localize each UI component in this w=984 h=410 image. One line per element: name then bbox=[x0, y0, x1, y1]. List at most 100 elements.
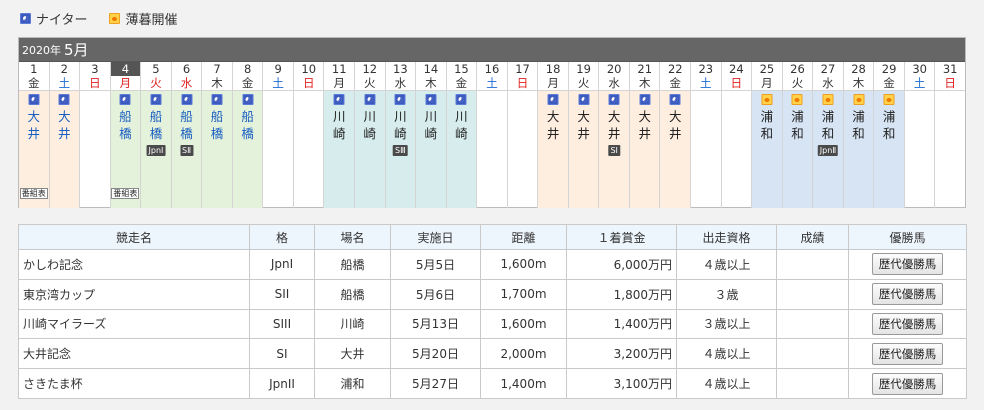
venue-link[interactable]: 大井 bbox=[569, 108, 599, 142]
day-cell[interactable]: 船橋 JpnⅠ bbox=[141, 91, 171, 208]
day-number: 12 bbox=[355, 62, 385, 76]
table-cell: 3,200万円 bbox=[566, 338, 677, 370]
venue-link[interactable]: 大井 bbox=[538, 108, 568, 142]
past-winners-button[interactable]: 歴代優勝馬 bbox=[871, 312, 944, 335]
column-header: 実施日 bbox=[390, 224, 481, 250]
legend-night: ナイター bbox=[20, 9, 87, 28]
calendar-day: 10 日 bbox=[292, 62, 324, 208]
sunset-icon bbox=[822, 94, 834, 105]
day-cell[interactable]: 浦和 bbox=[843, 91, 874, 208]
day-number: 2 bbox=[49, 62, 80, 76]
table-cell[interactable]: さきたま杯 bbox=[18, 368, 250, 399]
venue-link[interactable]: 船橋 bbox=[141, 108, 171, 142]
table-cell bbox=[776, 249, 849, 280]
grade-badge[interactable]: SⅢ bbox=[393, 145, 408, 156]
venue-link[interactable]: 川崎 bbox=[447, 108, 477, 142]
day-cell[interactable]: 川崎 SⅢ bbox=[385, 91, 416, 208]
moon-icon bbox=[455, 94, 467, 105]
day-cell[interactable]: 川崎 bbox=[416, 91, 446, 208]
day-cell bbox=[508, 91, 538, 208]
grade-badge[interactable]: SⅡ bbox=[179, 145, 194, 156]
venue-link[interactable]: 大井 bbox=[599, 108, 629, 142]
day-cell[interactable]: 浦和 JpnⅡ bbox=[813, 91, 843, 208]
day-of-week: 火 bbox=[782, 76, 813, 91]
calendar-day: 2土大井 bbox=[48, 62, 80, 208]
day-of-week: 水 bbox=[385, 76, 416, 91]
day-cell[interactable]: 川崎 bbox=[446, 91, 477, 208]
program-button[interactable]: 番組表 bbox=[19, 188, 48, 199]
day-of-week: 金 bbox=[660, 76, 691, 91]
table-cell: 1,600m bbox=[480, 249, 567, 280]
venue-link[interactable]: 川崎 bbox=[386, 108, 416, 142]
day-cell[interactable]: 船橋 bbox=[202, 91, 232, 208]
day-of-week: 金 bbox=[232, 76, 263, 91]
moon-icon bbox=[425, 94, 437, 105]
venue-link[interactable]: 大井 bbox=[19, 108, 49, 142]
calendar-day: 29 金浦和 bbox=[873, 62, 904, 208]
venue-link[interactable]: 船橋 bbox=[111, 108, 141, 142]
venue-link[interactable]: 船橋 bbox=[172, 108, 202, 142]
day-cell[interactable]: 大井番組表 bbox=[19, 91, 49, 208]
program-button[interactable]: 番組表 bbox=[111, 188, 140, 199]
day-cell[interactable]: 大井 bbox=[49, 91, 80, 208]
table-cell: 船橋 bbox=[314, 278, 391, 310]
venue-link[interactable]: 大井 bbox=[630, 108, 660, 142]
day-cell[interactable]: 大井 bbox=[568, 91, 599, 208]
table-cell: 1,400万円 bbox=[566, 308, 677, 340]
grade-badge[interactable]: JpnⅠ bbox=[146, 145, 166, 156]
calendar-day: 5 火船橋 JpnⅠ bbox=[140, 62, 171, 208]
day-cell bbox=[722, 91, 752, 208]
day-cell[interactable]: 船橋 SⅡ bbox=[171, 91, 202, 208]
day-number: 26 bbox=[782, 62, 813, 76]
day-cell[interactable]: 川崎 bbox=[324, 91, 355, 208]
day-cell[interactable]: 大井 bbox=[660, 91, 691, 208]
day-of-week: 水 bbox=[599, 76, 629, 91]
day-number: 19 bbox=[568, 62, 599, 76]
day-of-week: 日 bbox=[507, 76, 538, 91]
table-cell[interactable]: かしわ記念 bbox=[18, 249, 250, 280]
grade-badge[interactable]: SⅠ bbox=[608, 145, 620, 156]
calendar-day: 15 金川崎 bbox=[445, 62, 477, 208]
day-number: 13 bbox=[385, 62, 416, 76]
venue-link[interactable]: 川崎 bbox=[416, 108, 446, 142]
venue-link[interactable]: 浦和 bbox=[783, 108, 813, 142]
past-winners-button[interactable]: 歴代優勝馬 bbox=[871, 342, 944, 365]
day-cell[interactable]: 浦和 bbox=[874, 91, 904, 208]
past-winners-button[interactable]: 歴代優勝馬 bbox=[871, 253, 944, 276]
venue-link[interactable]: 浦和 bbox=[752, 108, 782, 142]
venue-link[interactable]: 川崎 bbox=[324, 108, 354, 142]
race-calendar: 2020年 5月 1 金大井番組表 2 土大井 3 日 4 月船橋番組表 5 火船橋 JpnⅠ 6 水船… bbox=[18, 37, 966, 208]
table-cell: 歴代優勝馬 bbox=[848, 368, 967, 399]
venue-link[interactable]: 大井 bbox=[660, 108, 690, 142]
day-number: 11 bbox=[324, 62, 355, 76]
calendar-day: 27 水浦和 JpnⅡ bbox=[812, 62, 843, 208]
grade-badge[interactable]: JpnⅡ bbox=[817, 145, 839, 156]
venue-link[interactable]: 船橋 bbox=[202, 108, 232, 142]
table-cell: 6,000万円 bbox=[566, 249, 677, 280]
day-cell[interactable]: 船橋 bbox=[232, 91, 263, 208]
table-cell[interactable]: 大井記念 bbox=[18, 338, 250, 370]
venue-link[interactable]: 浦和 bbox=[874, 108, 904, 142]
venue-link[interactable]: 川崎 bbox=[355, 108, 385, 142]
venue-link[interactable]: 浦和 bbox=[813, 108, 843, 142]
day-number: 27 bbox=[813, 62, 843, 76]
day-cell[interactable]: 大井 bbox=[538, 91, 568, 208]
table-cell[interactable]: 東京湾カップ bbox=[18, 278, 250, 310]
day-cell[interactable]: 浦和 bbox=[752, 91, 782, 208]
venue-link[interactable]: 大井 bbox=[50, 108, 80, 142]
day-of-week: 木 bbox=[202, 76, 232, 91]
table-cell bbox=[776, 338, 849, 370]
venue-link[interactable]: 船橋 bbox=[233, 108, 263, 142]
past-winners-button[interactable]: 歴代優勝馬 bbox=[871, 372, 944, 395]
day-cell[interactable]: 浦和 bbox=[782, 91, 813, 208]
table-cell[interactable]: 川崎マイラーズ bbox=[18, 308, 250, 340]
day-cell[interactable]: 大井 bbox=[629, 91, 660, 208]
day-cell[interactable]: 大井 SⅠ bbox=[599, 91, 629, 208]
day-cell[interactable]: 船橋番組表 bbox=[110, 91, 141, 208]
day-cell[interactable]: 川崎 bbox=[355, 91, 385, 208]
past-winners-button[interactable]: 歴代優勝馬 bbox=[871, 283, 944, 306]
day-cell bbox=[263, 91, 293, 208]
venue-link[interactable]: 浦和 bbox=[844, 108, 874, 142]
moon-icon bbox=[150, 94, 162, 105]
moon-icon bbox=[608, 94, 620, 105]
